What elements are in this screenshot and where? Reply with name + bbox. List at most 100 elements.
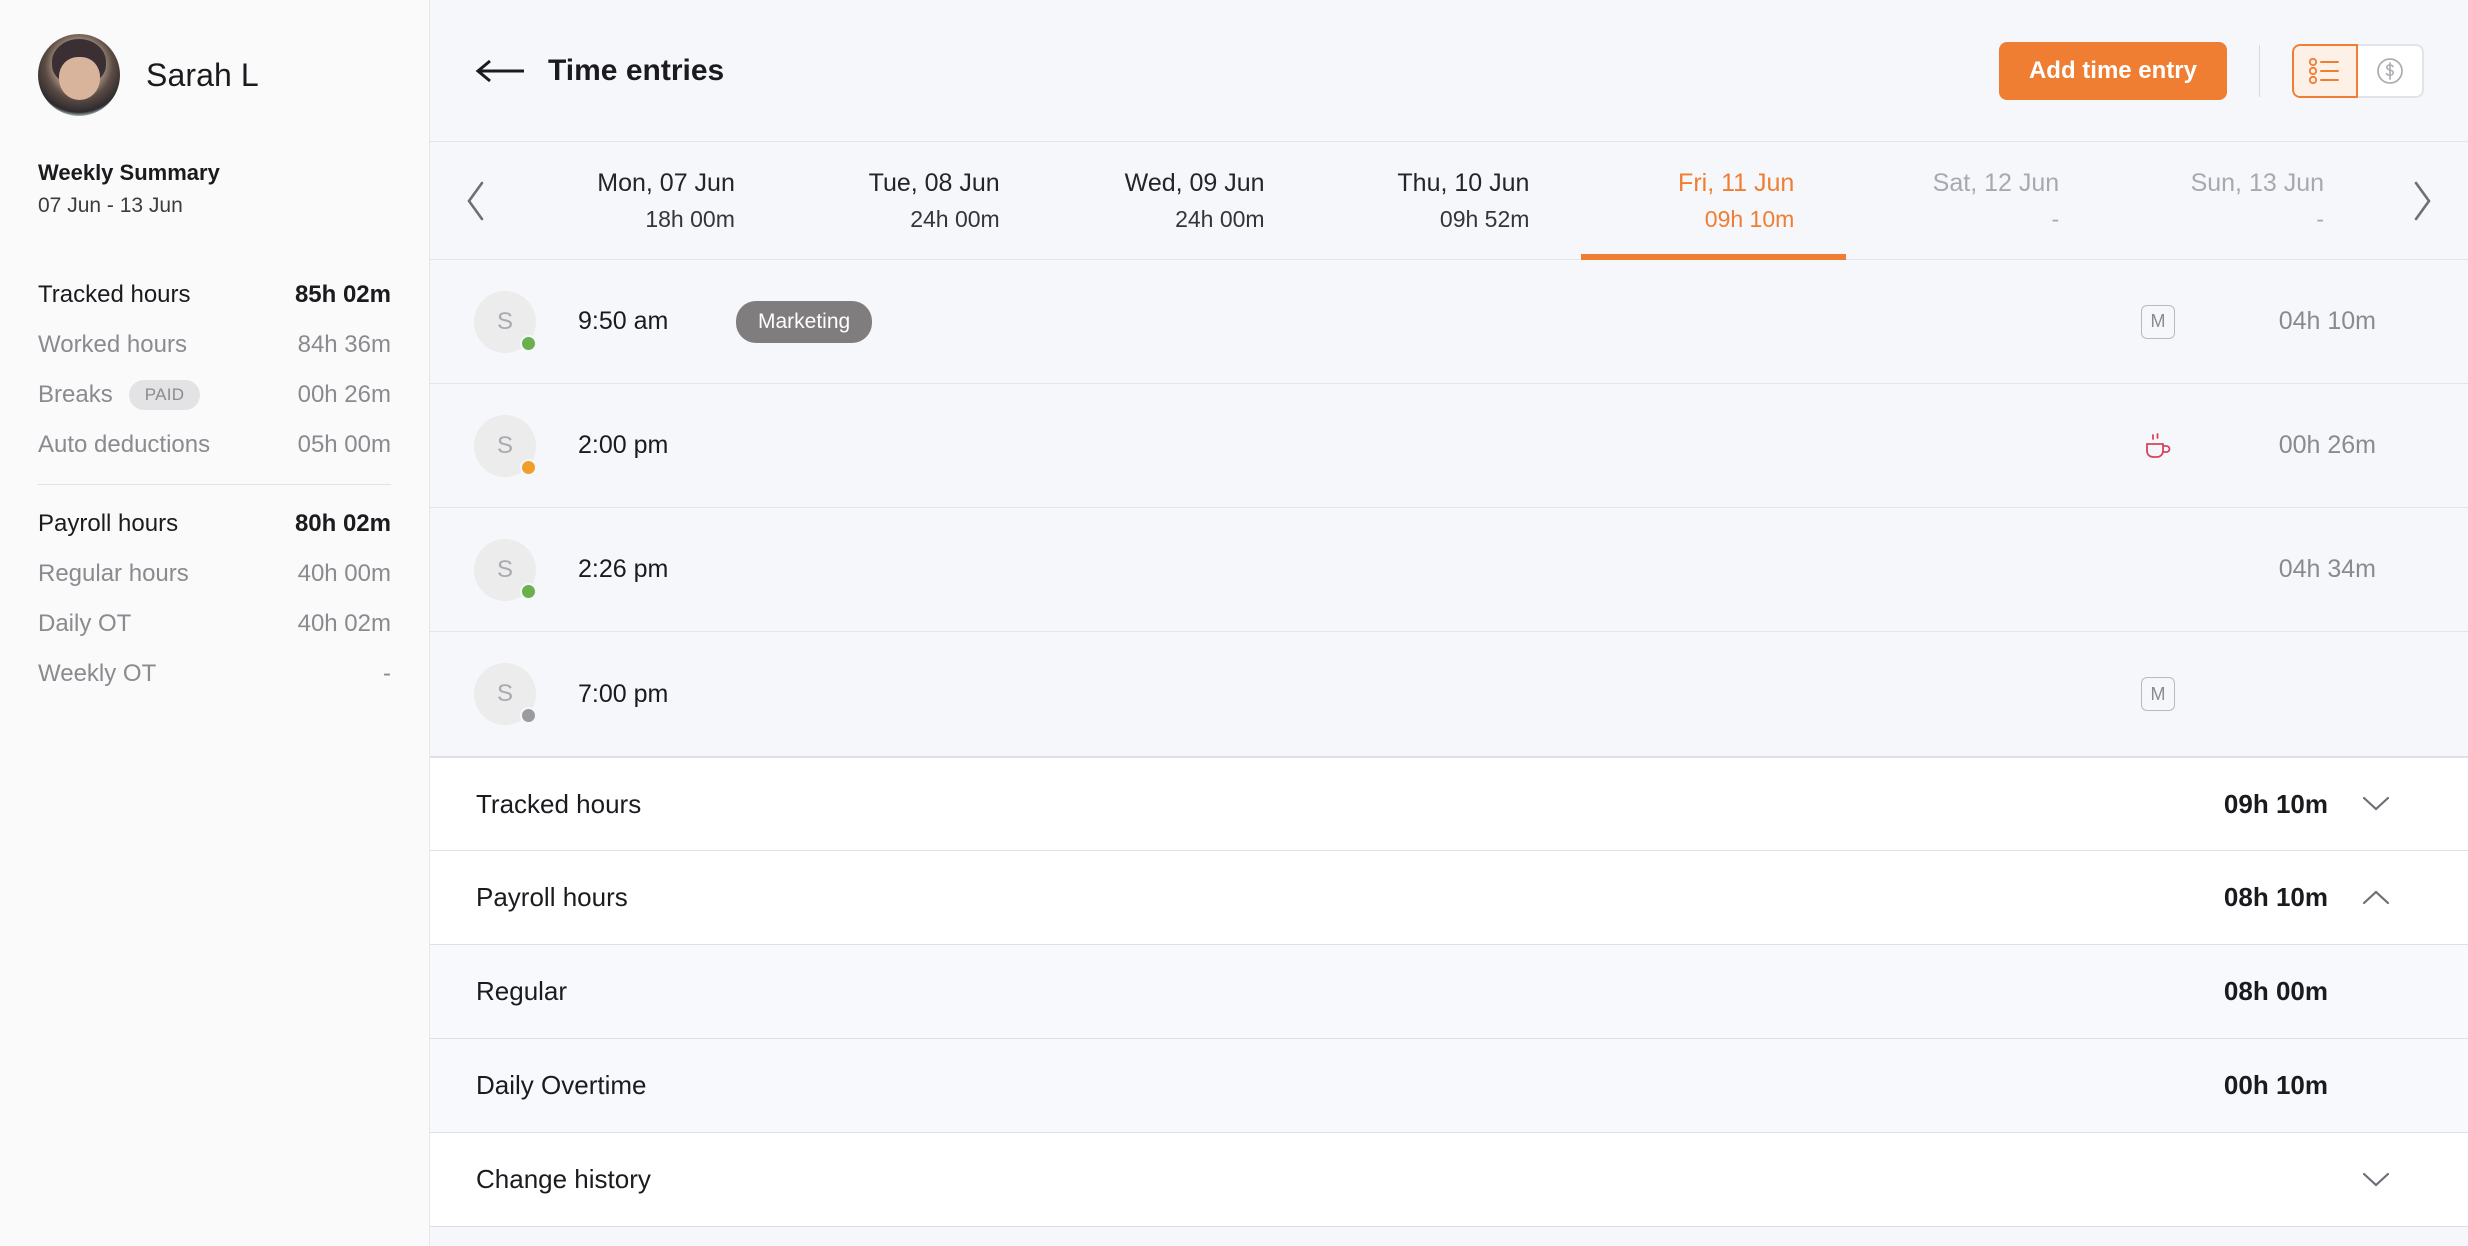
m-badge-label: M xyxy=(2141,677,2175,711)
stat-value: 80h 02m xyxy=(294,510,391,537)
day-hours: - xyxy=(2051,205,2060,232)
table-row[interactable]: S 2:00 pm 00h 26m xyxy=(430,384,2468,508)
entry-tag[interactable]: Marketing xyxy=(736,300,873,343)
profile-name: Sarah L xyxy=(146,56,259,93)
weekly-summary-title: Weekly Summary xyxy=(38,160,220,185)
stat-payroll-hours: Payroll hours 80h 02m xyxy=(38,499,391,549)
status-dot xyxy=(520,707,537,724)
day-tab-mon[interactable]: Mon, 07 Jun 18h 00m xyxy=(522,142,787,259)
stat-label: Regular hours xyxy=(38,560,189,587)
day-tab-tue[interactable]: Tue, 08 Jun 24h 00m xyxy=(787,142,1052,259)
entry-time: 7:00 pm xyxy=(578,679,669,708)
stat-label: Worked hours xyxy=(38,331,187,358)
stat-value: 84h 36m xyxy=(297,331,391,358)
list-view-icon[interactable] xyxy=(2292,43,2358,98)
stat-tracked-hours: Tracked hours 85h 02m xyxy=(38,270,391,320)
status-dot xyxy=(520,334,537,352)
summary-label: Payroll hours xyxy=(476,882,628,912)
summary-label: Change history xyxy=(476,1164,651,1194)
day-hours: 24h 00m xyxy=(910,205,1000,232)
stat-label: Tracked hours xyxy=(38,281,191,308)
status-dot xyxy=(520,458,537,476)
day-navigation-strip: Mon, 07 Jun 18h 00m Tue, 08 Jun 24h 00m … xyxy=(430,142,2468,260)
chevron-up-icon[interactable] xyxy=(2328,889,2424,907)
sidebar: Sarah L Weekly Summary 07 Jun - 13 Jun T… xyxy=(0,0,430,1246)
day-tab-fri[interactable]: Fri, 11 Jun 09h 10m xyxy=(1581,142,1847,260)
day-tab-sat[interactable]: Sat, 12 Jun - xyxy=(1846,142,2111,259)
day-tab-thu[interactable]: Thu, 10 Jun 09h 52m xyxy=(1317,142,1582,259)
stat-value: 05h 00m xyxy=(297,431,391,458)
avatar-initial: S xyxy=(496,555,513,583)
avatar-initial: S xyxy=(496,307,513,335)
day-name: Tue, 08 Jun xyxy=(868,168,1000,197)
entry-duration: 00h 26m xyxy=(2278,431,2376,459)
avatar-initial: S xyxy=(496,431,513,459)
day-tab-wed[interactable]: Wed, 09 Jun 24h 00m xyxy=(1052,142,1317,259)
manual-entry-badge: M xyxy=(2098,304,2218,339)
stat-label: Breaks PAID xyxy=(38,380,201,410)
dollar-view-icon[interactable] xyxy=(2358,43,2424,98)
weekly-summary-range: 07 Jun - 13 Jun xyxy=(38,194,183,217)
day-hours: - xyxy=(2316,205,2325,232)
summary-row-regular: Regular 08h 00m xyxy=(430,944,2468,1038)
page-title: Time entries xyxy=(548,53,725,87)
day-hours: 09h 52m xyxy=(1439,205,1530,232)
summary-label: Regular xyxy=(476,976,568,1006)
day-name: Wed, 09 Jun xyxy=(1124,168,1265,197)
day-hours: 24h 00m xyxy=(1175,205,1265,232)
stat-value: 40h 00m xyxy=(297,560,391,587)
summary-row-tracked-hours[interactable]: Tracked hours 09h 10m xyxy=(430,756,2468,850)
stat-weekly-ot: Weekly OT - xyxy=(38,649,391,699)
table-row[interactable]: S 9:50 am Marketing M 04h 10m xyxy=(430,260,2468,384)
summary-value: 00h 10m xyxy=(2223,1070,2328,1100)
paid-badge: PAID xyxy=(128,380,201,410)
chevron-left-icon[interactable] xyxy=(430,142,522,259)
chevron-down-icon[interactable] xyxy=(2328,795,2424,813)
entry-time: 2:26 pm xyxy=(578,555,669,583)
stat-regular-hours: Regular hours 40h 00m xyxy=(38,549,391,599)
content-tail xyxy=(430,1226,2468,1246)
m-badge-label: M xyxy=(2141,304,2175,339)
stat-breaks: Breaks PAID 00h 26m xyxy=(38,370,391,420)
day-tab-sun[interactable]: Sun, 13 Jun - xyxy=(2111,142,2376,259)
entry-avatar: S xyxy=(474,538,537,601)
stat-worked-hours: Worked hours 84h 36m xyxy=(38,320,391,370)
summary-label: Tracked hours xyxy=(476,788,642,819)
stat-value: 00h 26m xyxy=(297,381,391,408)
day-hours: 18h 00m xyxy=(645,205,735,232)
stat-auto-deductions: Auto deductions 05h 00m xyxy=(38,420,391,470)
avatar-initial: S xyxy=(496,680,513,707)
add-time-entry-button[interactable]: Add time entry xyxy=(1998,41,2227,100)
chevron-right-icon[interactable] xyxy=(2376,142,2468,259)
day-name: Fri, 11 Jun xyxy=(1678,168,1795,197)
stat-daily-ot: Daily OT 40h 02m xyxy=(38,599,391,649)
summary-value: 09h 10m xyxy=(2223,788,2328,819)
entry-avatar: S xyxy=(474,663,537,725)
summary-row-change-history[interactable]: Change history xyxy=(430,1132,2468,1226)
entry-avatar: S xyxy=(474,414,537,477)
chevron-down-icon[interactable] xyxy=(2328,1171,2424,1189)
status-dot xyxy=(520,582,537,600)
entry-duration: 04h 10m xyxy=(2278,307,2376,335)
avatar xyxy=(38,34,120,116)
manual-entry-badge: M xyxy=(2098,677,2218,711)
stat-value: 85h 02m xyxy=(294,281,391,308)
back-arrow-icon[interactable] xyxy=(474,53,530,89)
table-row[interactable]: S 2:26 pm 04h 34m xyxy=(430,508,2468,632)
summary-value: 08h 10m xyxy=(2223,882,2328,912)
stat-value: - xyxy=(383,660,391,687)
summary-row-payroll-hours[interactable]: Payroll hours 08h 10m xyxy=(430,850,2468,944)
table-row[interactable]: S 7:00 pm M xyxy=(430,632,2468,756)
day-name: Thu, 10 Jun xyxy=(1397,168,1530,197)
day-hours: 09h 10m xyxy=(1704,205,1795,232)
summary-value: 08h 00m xyxy=(2223,976,2328,1006)
main-panel: Time entries Add time entry Mon, 07 Jun … xyxy=(430,0,2468,1246)
stats-divider xyxy=(38,484,391,485)
profile-block: Sarah L xyxy=(38,34,391,116)
stat-label: Daily OT xyxy=(38,610,132,637)
day-name: Sun, 13 Jun xyxy=(2190,168,2325,197)
summary-row-daily-overtime: Daily Overtime 00h 10m xyxy=(430,1038,2468,1132)
stat-label: Auto deductions xyxy=(38,431,211,458)
app-root: Sarah L Weekly Summary 07 Jun - 13 Jun T… xyxy=(0,0,2468,1246)
time-entries-list: S 9:50 am Marketing M 04h 10m S 2:00 pm xyxy=(430,260,2468,756)
